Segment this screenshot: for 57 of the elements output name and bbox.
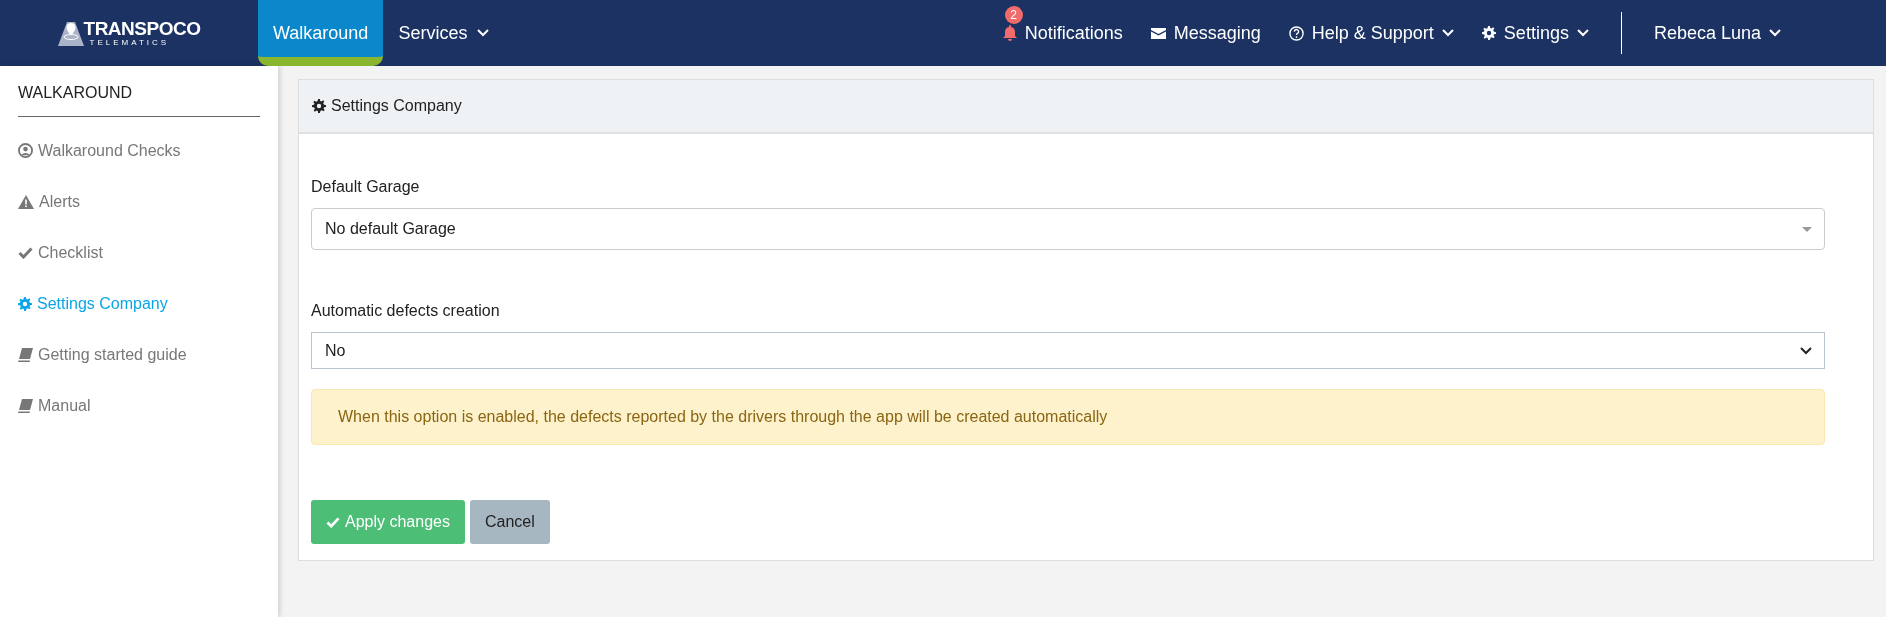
chevron-down-icon <box>477 29 490 37</box>
chevron-down-icon <box>1441 29 1454 37</box>
field-label: Automatic defects creation <box>311 302 501 320</box>
nav-link-label: Messaging <box>1173 22 1261 44</box>
select-field[interactable]: No <box>311 332 1825 369</box>
field-label: Default Garage <box>311 178 421 196</box>
user-name: Rebeca Luna <box>1653 22 1761 44</box>
logo-name: TRANSPOCO <box>83 19 201 38</box>
settings-icon <box>18 296 32 311</box>
chevron-down-icon <box>1576 29 1589 37</box>
panel-title: Settings Company <box>331 97 462 115</box>
book-icon <box>18 347 33 362</box>
nav-tab[interactable]: Walkaround <box>258 0 384 66</box>
sidebar-item-label: Settings Company <box>37 294 168 313</box>
nav-link[interactable]: Settings <box>1467 0 1603 66</box>
sidebar-item[interactable]: Manual <box>18 380 260 431</box>
info-alert: When this option is enabled, the defects reported by the drivers through the app will be created automatically <box>311 389 1825 445</box>
check-icon <box>18 246 33 259</box>
nav-tab[interactable]: Services <box>383 0 505 66</box>
nav-tab-label: Walkaround <box>273 22 369 44</box>
nav-link[interactable]: Help & Support <box>1274 0 1468 66</box>
sidebar-item-label: Manual <box>38 396 91 415</box>
sidebar-item[interactable]: Alerts <box>18 176 260 227</box>
user-circle-icon <box>18 143 33 158</box>
nav-link-label: Help & Support <box>1311 22 1434 44</box>
nav-link-label: Notifications <box>1024 22 1123 44</box>
sidebar-item[interactable]: Checklist <box>18 227 260 278</box>
warning-icon <box>18 194 34 209</box>
chevron-down-icon <box>1800 346 1812 355</box>
help-icon <box>1288 25 1304 41</box>
envelope-icon <box>1150 27 1166 39</box>
user-menu[interactable]: Rebeca Luna <box>1639 0 1886 66</box>
select-value: No default Garage <box>325 220 456 238</box>
dropdown-triangle-icon <box>1802 226 1812 232</box>
sidebar-item-label: Walkaround Checks <box>38 141 181 160</box>
sidebar-item-label: Checklist <box>38 243 103 262</box>
select-value: No <box>325 341 346 360</box>
cancel-button[interactable]: Cancel <box>469 500 550 544</box>
sidebar-item-label: Getting started guide <box>38 345 187 364</box>
check-icon <box>326 516 340 528</box>
settings-icon <box>312 99 326 113</box>
select-field[interactable]: No default Garage <box>311 208 1825 250</box>
settings-icon <box>1481 26 1496 40</box>
bell-icon <box>1002 25 1017 41</box>
logo-tagline: TELEMATICS <box>89 39 171 47</box>
book-icon <box>18 398 33 413</box>
nav-link[interactable]: Messaging <box>1136 0 1275 66</box>
nav-tab-label: Services <box>398 22 468 44</box>
nav-link[interactable]: 2 Notifications <box>988 0 1137 66</box>
chevron-down-icon <box>1769 29 1781 37</box>
count-badge: 2 <box>1004 6 1023 24</box>
sidebar-item[interactable]: Getting started guide <box>18 329 260 380</box>
nav-link-label: Settings <box>1503 22 1569 44</box>
pin-road-logo-icon <box>57 20 84 46</box>
sidebar-item[interactable]: Walkaround Checks <box>18 125 260 176</box>
sidebar-item-label: Alerts <box>39 192 80 211</box>
sidebar-title: WALKAROUND <box>18 66 260 117</box>
